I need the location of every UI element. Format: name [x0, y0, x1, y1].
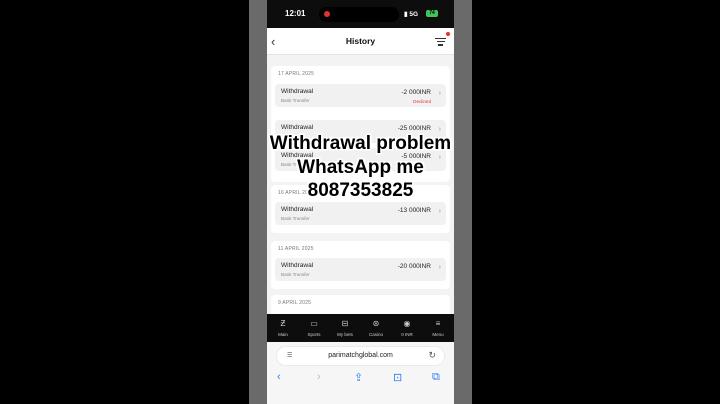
tab-label: Casino — [368, 332, 383, 337]
z-logo-icon: Ƶ — [280, 319, 286, 328]
letterbox-right — [472, 0, 720, 404]
group-date: 9 APRIL 2025 — [278, 300, 312, 306]
ticket-icon: ⊟ — [341, 319, 349, 328]
chip-icon: ⊛ — [372, 319, 380, 328]
transaction-type: Withdrawal — [281, 262, 314, 269]
dynamic-island — [319, 7, 399, 22]
user-icon: ◉ — [403, 319, 411, 328]
chevron-right-icon: › — [438, 208, 441, 215]
tab-label: My bets — [337, 332, 353, 337]
phone-bezel-left — [249, 0, 267, 404]
transaction-amount: -2 000INR — [401, 89, 431, 96]
tab-menu[interactable]: ≡ Menu — [423, 319, 453, 337]
transaction-row[interactable]: Withdrawal Bank Transfer -13 000INR › — [275, 202, 446, 225]
transaction-amount: -20 000INR — [397, 263, 431, 270]
transaction-amount: -13 000INR — [397, 207, 431, 214]
status-bar: 12:01 ▮ 5G 74 — [267, 0, 454, 28]
chevron-right-icon: › — [438, 90, 441, 97]
back-icon[interactable]: ‹ — [277, 371, 281, 383]
phone-screen: 12:01 ▮ 5G 74 ‹ History 17 APRIL 2025 Wi… — [267, 0, 454, 404]
address-bar[interactable]: ☰ parimatchglobal.com ↻ — [277, 347, 444, 365]
phone-bezel-right — [454, 0, 472, 404]
scoreboard-icon: ▭ — [310, 319, 318, 328]
overlay-text-line3: 8087353825 — [307, 180, 414, 201]
clock: 12:01 — [285, 9, 306, 18]
overlay-text-line1: Withdrawal problem — [269, 133, 452, 154]
recording-icon — [324, 11, 330, 17]
tab-label: 0 INR — [401, 332, 413, 337]
page-title: History — [345, 36, 376, 46]
group-date: 17 APRIL 2025 — [278, 71, 315, 77]
tab-sports[interactable]: ▭ Sports — [299, 319, 329, 337]
letterbox-left — [0, 0, 249, 404]
transaction-amount: -25 000INR — [397, 125, 431, 132]
transaction-type: Withdrawal — [281, 88, 314, 95]
tab-my-bets[interactable]: ⊟ My bets — [330, 319, 360, 337]
group-date: 11 APRIL 2025 — [278, 246, 314, 252]
browser-toolbar: ☰ parimatchglobal.com ↻ ‹ › ⇪ ⊡ ⧉ — [267, 342, 454, 404]
tab-main[interactable]: Ƶ Main — [268, 319, 298, 337]
history-group: 11 APRIL 2025 Withdrawal Bank Transfer -… — [271, 241, 450, 289]
bottom-tab-bar: Ƶ Main ▭ Sports ⊟ My bets ⊛ Casino ◉ 0 I… — [267, 314, 454, 342]
reload-icon[interactable]: ↻ — [428, 350, 436, 361]
tab-label: Sports — [307, 332, 321, 337]
url-text: parimatchglobal.com — [328, 352, 393, 359]
forward-icon[interactable]: › — [317, 371, 321, 383]
transaction-row[interactable]: Withdrawal Bank Transfer -20 000INR › — [275, 258, 446, 281]
transaction-method: Bank Transfer — [281, 216, 310, 221]
transaction-method: Bank Transfer — [281, 98, 310, 103]
transaction-method: Bank Transfer — [281, 272, 310, 277]
overlay-text-line2: WhatsApp me — [297, 157, 424, 178]
menu-icon: ≡ — [435, 319, 441, 328]
bookmarks-icon[interactable]: ⊡ — [393, 371, 402, 384]
chevron-right-icon: › — [438, 126, 441, 133]
notification-dot — [446, 32, 450, 36]
battery-icon: 74 — [426, 10, 438, 17]
tab-label: Menu — [432, 332, 444, 337]
tab-casino[interactable]: ⊛ Casino — [361, 319, 391, 337]
chevron-right-icon: › — [438, 264, 441, 271]
transaction-type: Withdrawal — [281, 206, 314, 213]
network-indicator: ▮ 5G — [404, 10, 418, 18]
tabs-icon[interactable]: ⧉ — [432, 371, 440, 384]
transaction-type: Withdrawal — [281, 124, 314, 131]
transaction-status: Declined — [413, 99, 431, 104]
transaction-row[interactable]: Withdrawal Bank Transfer -2 000INR Decli… — [275, 84, 446, 107]
network-label: 5G — [409, 11, 419, 18]
tab-balance[interactable]: ◉ 0 INR — [392, 319, 422, 337]
app-header: ‹ History — [267, 28, 454, 55]
tab-label: Main — [278, 332, 288, 337]
share-icon[interactable]: ⇪ — [354, 371, 363, 384]
filter-icon[interactable] — [435, 36, 446, 46]
